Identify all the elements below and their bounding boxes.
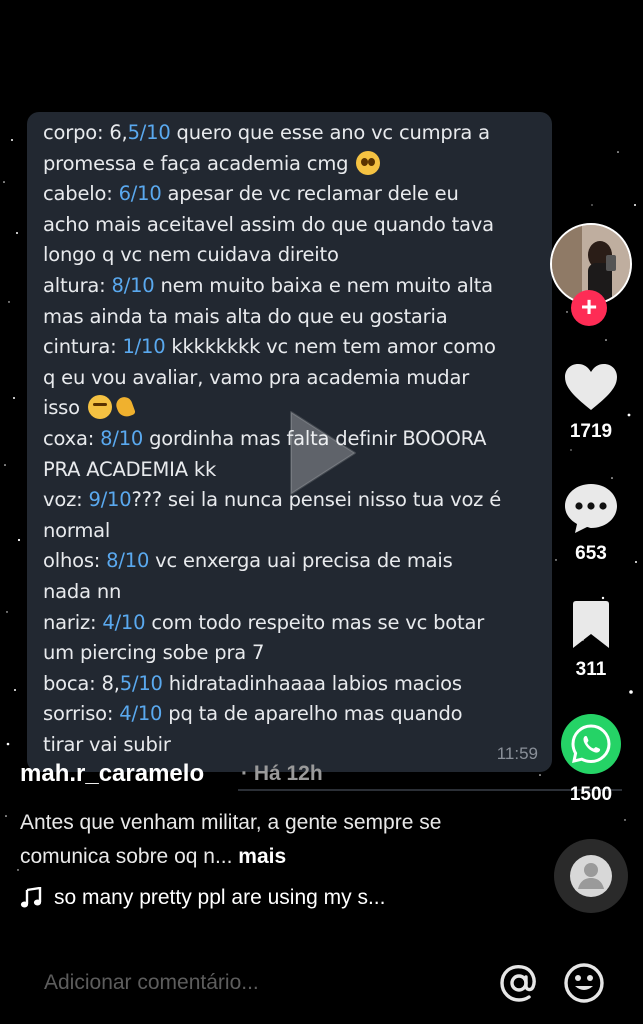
caption-text: Antes que venham militar, a gente sempre… bbox=[20, 811, 442, 868]
score-value: 8/10 bbox=[111, 273, 155, 297]
message-segment: quero que esse ano vc cumpra a bbox=[170, 121, 491, 144]
message-line: q eu vou avaliar, vamo pra academia muda… bbox=[43, 363, 534, 394]
music-track[interactable]: so many pretty ppl are using my s... bbox=[20, 886, 385, 910]
message-segment: mas ainda ta mais alta do que eu gostari… bbox=[43, 304, 448, 328]
message-segment: vc enxerga uai precisa de mais bbox=[149, 549, 453, 573]
message-segment: longo q vc nem cuidava direito bbox=[43, 243, 339, 267]
message-segment: um piercing sobe pra 7 bbox=[43, 641, 265, 665]
message-line: normal bbox=[43, 516, 534, 547]
comment-bubble-icon bbox=[565, 484, 617, 533]
message-timestamp: 11:59 bbox=[496, 744, 538, 763]
message-line: nariz: 4/10 com todo respeito mas se vc … bbox=[43, 608, 534, 639]
message-line: promessa e faça academia cmg bbox=[43, 149, 534, 180]
post-caption: Antes que venham militar, a gente sempre… bbox=[20, 806, 490, 874]
score-value: 5/10 bbox=[127, 121, 171, 144]
score-value: 1/10 bbox=[122, 335, 166, 359]
message-line: sorriso: 4/10 pq ta de aparelho mas quan… bbox=[43, 699, 534, 730]
music-disc[interactable] bbox=[554, 839, 628, 913]
message-segment: pq ta de aparelho mas quando bbox=[162, 702, 463, 726]
message-segment: coxa: bbox=[43, 426, 101, 450]
heart-icon bbox=[565, 364, 617, 410]
message-line: altura: 8/10 nem muito baixa e nem muito… bbox=[43, 271, 534, 302]
user-placeholder-icon bbox=[570, 855, 612, 897]
play-icon[interactable] bbox=[285, 408, 359, 498]
message-segment: cintura: bbox=[43, 335, 123, 359]
whatsapp-icon bbox=[561, 714, 621, 774]
save-button[interactable]: 311 bbox=[548, 600, 634, 681]
message-segment: nem muito baixa e nem muito alta bbox=[154, 273, 494, 297]
creator-avatar[interactable]: + bbox=[548, 223, 634, 326]
message-segment: kkkkkkkk vc nem tem amor como bbox=[165, 335, 496, 359]
comment-input[interactable] bbox=[42, 970, 466, 996]
comment-button[interactable]: 653 bbox=[548, 482, 634, 565]
flexed-biceps-icon bbox=[114, 395, 138, 419]
message-line: olhos: 8/10 vc enxerga uai precisa de ma… bbox=[43, 546, 534, 577]
share-count: 1500 bbox=[569, 784, 613, 805]
message-segment: nada nn bbox=[43, 579, 122, 603]
message-segment: promessa e faça academia cmg bbox=[43, 151, 355, 175]
post-time: · Há 12h bbox=[241, 762, 323, 785]
like-button[interactable]: 1719 bbox=[548, 362, 634, 443]
like-count: 1719 bbox=[569, 421, 613, 442]
comment-bar bbox=[0, 945, 643, 1024]
message-segment: nariz: bbox=[43, 610, 103, 634]
score-value: 5/10 bbox=[119, 671, 163, 695]
message-segment: corpo: 6, bbox=[43, 121, 128, 144]
message-segment: sorriso: bbox=[43, 702, 120, 726]
score-value: 6/10 bbox=[118, 182, 162, 206]
message-segment: boca: 8, bbox=[43, 671, 120, 695]
save-count: 311 bbox=[575, 659, 607, 680]
message-segment: isso bbox=[43, 396, 86, 420]
emoji-icon[interactable] bbox=[562, 961, 606, 1005]
message-segment: normal bbox=[43, 518, 111, 542]
creator-username[interactable]: mah.r_caramelo bbox=[20, 760, 204, 788]
message-segment: cabelo: bbox=[43, 182, 119, 206]
mention-icon[interactable] bbox=[497, 961, 541, 1005]
message-line: boca: 8,5/10 hidratadinhaaaa labios maci… bbox=[43, 669, 534, 700]
score-value: 8/10 bbox=[106, 549, 150, 573]
message-line: mas ainda ta mais alta do que eu gostari… bbox=[43, 302, 534, 333]
message-segment: q eu vou avaliar, vamo pra academia muda… bbox=[43, 365, 470, 389]
message-segment: hidratadinhaaaa labios macios bbox=[162, 671, 462, 695]
score-value: 8/10 bbox=[100, 426, 144, 450]
message-segment: tirar vai subir bbox=[43, 732, 171, 756]
message-segment: olhos: bbox=[43, 549, 107, 573]
message-line: acho mais aceitavel assim do que quando … bbox=[43, 210, 534, 241]
music-note-icon bbox=[20, 887, 42, 908]
caption-more-link[interactable]: mais bbox=[238, 845, 286, 868]
bookmark-icon bbox=[573, 601, 609, 648]
message-segment: altura: bbox=[43, 273, 112, 297]
message-line: tirar vai subir bbox=[43, 730, 534, 761]
score-value: 9/10 bbox=[88, 488, 132, 512]
score-value: 4/10 bbox=[102, 610, 146, 634]
share-button[interactable]: 1500 bbox=[548, 713, 634, 806]
message-segment: voz: bbox=[43, 488, 89, 512]
message-segment: com todo respeito mas se vc botar bbox=[145, 610, 485, 634]
message-line: longo q vc nem cuidava direito bbox=[43, 240, 534, 271]
music-title: so many pretty ppl are using my s... bbox=[54, 886, 386, 909]
score-value: 4/10 bbox=[119, 702, 163, 726]
message-line: um piercing sobe pra 7 bbox=[43, 638, 534, 669]
comment-count: 653 bbox=[575, 543, 607, 564]
message-segment: acho mais aceitavel assim do que quando … bbox=[43, 212, 494, 236]
message-line: cintura: 1/10 kkkkkkkk vc nem tem amor c… bbox=[43, 332, 534, 363]
message-segment: PRA ACADEMIA kk bbox=[43, 457, 217, 481]
message-line: cabelo: 6/10 apesar de vc reclamar dele … bbox=[43, 179, 534, 210]
follow-button[interactable]: + bbox=[571, 290, 607, 326]
pleading-face-icon bbox=[356, 150, 381, 175]
message-line: nada nn bbox=[43, 577, 534, 608]
message-segment: apesar de vc reclamar dele eu bbox=[161, 182, 459, 206]
thinking-face-icon bbox=[87, 395, 112, 420]
message-line: corpo: 6,5/10 quero que esse ano vc cump… bbox=[43, 118, 534, 149]
